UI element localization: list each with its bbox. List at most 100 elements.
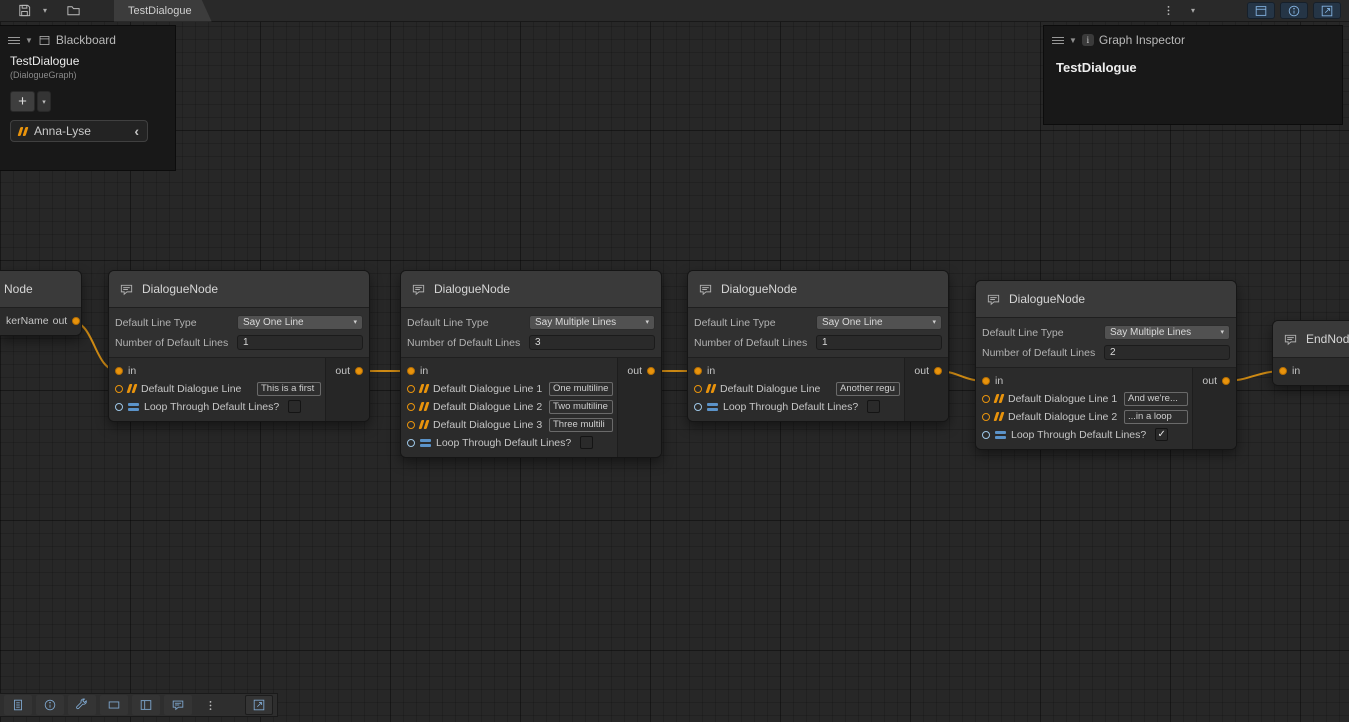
dialogue-line-label: Default Dialogue Line 3	[433, 419, 542, 431]
dialogue-node-1[interactable]: DialogueNode Default Line Type Say One L…	[108, 270, 370, 422]
blackboard-property-row[interactable]: Anna-Lyse ‹	[10, 120, 148, 142]
dialogue-line-port[interactable]	[982, 395, 990, 403]
dialogue-line-field[interactable]: Another regu	[836, 382, 900, 396]
node-title-bar[interactable]: Node	[0, 271, 81, 308]
in-port[interactable]	[115, 367, 123, 375]
in-port[interactable]	[982, 377, 990, 385]
line-type-value: Say Multiple Lines	[1110, 326, 1191, 339]
graph-tab[interactable]: TestDialogue	[114, 0, 212, 22]
save-button[interactable]	[14, 2, 35, 20]
node-title: DialogueNode	[721, 282, 797, 296]
dialogue-line-port[interactable]	[694, 385, 702, 393]
more-options-dropdown[interactable]: ▾	[1183, 2, 1203, 20]
node-title-bar[interactable]: DialogueNode	[109, 271, 369, 308]
menu-icon[interactable]	[8, 37, 20, 44]
count-field[interactable]: 1	[816, 335, 942, 350]
in-port-label: in	[128, 365, 136, 377]
node-title-bar[interactable]: DialogueNode	[688, 271, 948, 308]
dialogue-line-field[interactable]: ...in a loop	[1124, 410, 1188, 424]
chevron-down-icon: ▾	[645, 316, 649, 329]
line-type-dropdown[interactable]: Say Multiple Lines ▾	[1104, 325, 1230, 340]
more-options-button[interactable]	[1158, 2, 1178, 20]
add-property-dropdown[interactable]: ▾	[37, 91, 51, 112]
info-button[interactable]	[36, 695, 64, 715]
frame-all-button[interactable]	[100, 695, 128, 715]
dialogue-line-port[interactable]	[407, 403, 415, 411]
minimap-toggle-button[interactable]	[1313, 2, 1341, 19]
dialogue-line-field[interactable]: Three multili	[549, 418, 613, 432]
blackboard-graph-type: (DialogueGraph)	[0, 68, 175, 80]
dialogue-node-3[interactable]: DialogueNode Default Line Type Say One L…	[687, 270, 949, 422]
graph-inspector-panel: ▼ i Graph Inspector TestDialogue	[1043, 25, 1343, 125]
out-port-label: out	[53, 315, 68, 327]
dialogue-line-port[interactable]	[982, 413, 990, 421]
count-field[interactable]: 1	[237, 335, 363, 350]
add-property-button[interactable]: +	[10, 91, 35, 112]
dialogue-line-field[interactable]: Two multiline	[549, 400, 613, 414]
console-button[interactable]	[4, 695, 32, 715]
frame-icon	[252, 698, 266, 712]
chevron-left-icon[interactable]: ‹	[134, 124, 139, 138]
dialogue-node-icon	[411, 282, 426, 297]
dialogue-node-4[interactable]: DialogueNode Default Line Type Say Multi…	[975, 280, 1237, 450]
dialogue-line-port[interactable]	[407, 421, 415, 429]
dialogue-line-label: Default Dialogue Line	[141, 383, 241, 395]
count-field[interactable]: 2	[1104, 345, 1230, 360]
inspector-toggle-button[interactable]	[1280, 2, 1308, 19]
info-icon: i	[1082, 34, 1094, 46]
out-port[interactable]	[934, 367, 942, 375]
count-field[interactable]: 3	[529, 335, 655, 350]
line-type-dropdown[interactable]: Say One Line ▾	[816, 315, 942, 330]
node-title: DialogueNode	[142, 282, 218, 296]
dialogue-preview-button[interactable]	[164, 695, 192, 715]
tools-button[interactable]	[68, 695, 96, 715]
fullscreen-button[interactable]	[245, 695, 273, 715]
inspector-title: Graph Inspector	[1099, 33, 1185, 47]
loop-label: Loop Through Default Lines?	[144, 401, 279, 413]
out-port[interactable]	[647, 367, 655, 375]
loop-checkbox[interactable]	[867, 400, 880, 413]
out-port[interactable]	[1222, 377, 1230, 385]
loop-port[interactable]	[694, 403, 702, 411]
loop-port[interactable]	[407, 439, 415, 447]
loop-port[interactable]	[115, 403, 123, 411]
node-title-bar[interactable]: DialogueNode	[401, 271, 661, 308]
in-port[interactable]	[407, 367, 415, 375]
loop-checkbox[interactable]	[580, 436, 593, 449]
chevron-down-icon: ▾	[1220, 326, 1224, 339]
chevron-down-icon: ▾	[1191, 6, 1195, 15]
loop-port[interactable]	[982, 431, 990, 439]
line-type-dropdown[interactable]: Say Multiple Lines ▾	[529, 315, 655, 330]
out-port[interactable]	[72, 317, 80, 325]
save-dropdown-button[interactable]: ▾	[35, 2, 55, 20]
quote-icon	[420, 384, 428, 393]
dialogue-line-port[interactable]	[407, 385, 415, 393]
line-type-value: Say Multiple Lines	[535, 316, 616, 329]
dialogue-node-2[interactable]: DialogueNode Default Line Type Say Multi…	[400, 270, 662, 458]
more-button[interactable]	[196, 695, 224, 715]
collapse-arrow-icon[interactable]: ▼	[25, 36, 33, 45]
in-port[interactable]	[694, 367, 702, 375]
loop-checkbox[interactable]: ✓	[1155, 428, 1168, 441]
dialogue-line-field[interactable]: This is a first	[257, 382, 321, 396]
open-folder-button[interactable]	[63, 2, 84, 20]
loop-checkbox[interactable]	[288, 400, 301, 413]
in-port[interactable]	[1279, 367, 1287, 375]
start-node-partial[interactable]: Node kerName out	[0, 270, 82, 336]
dialogue-line-field[interactable]: One multiline	[549, 382, 613, 396]
menu-icon[interactable]	[1052, 37, 1064, 44]
node-title-bar[interactable]: DialogueNode	[976, 281, 1236, 318]
dialogue-line-field[interactable]: And we're...	[1124, 392, 1188, 406]
rectangle-icon	[107, 698, 121, 712]
end-node[interactable]: EndNode in	[1272, 320, 1349, 386]
dialogue-line-port[interactable]	[115, 385, 123, 393]
in-port-label: in	[995, 375, 1003, 387]
out-port[interactable]	[355, 367, 363, 375]
blackboard-panel: ▼ Blackboard TestDialogue (DialogueGraph…	[0, 25, 176, 171]
line-type-dropdown[interactable]: Say One Line ▾	[237, 315, 363, 330]
node-title-bar[interactable]: EndNode	[1273, 321, 1349, 358]
blackboard-toggle-button[interactable]	[1247, 2, 1275, 19]
dialogue-node-icon	[119, 282, 134, 297]
blackboard-button[interactable]	[132, 695, 160, 715]
collapse-arrow-icon[interactable]: ▼	[1069, 36, 1077, 45]
